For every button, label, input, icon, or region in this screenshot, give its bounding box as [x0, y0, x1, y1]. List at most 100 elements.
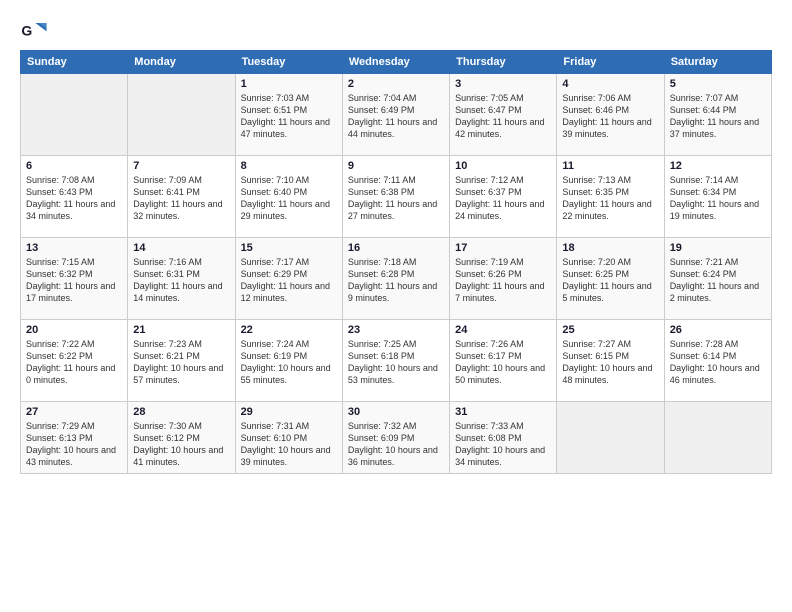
calendar-cell: 13 Sunrise: 7:15 AM Sunset: 6:32 PM Dayli… [21, 238, 128, 320]
day-info: Sunrise: 7:13 AM Sunset: 6:35 PM Dayligh… [562, 174, 658, 223]
calendar-cell [128, 74, 235, 156]
header-day-sunday: Sunday [21, 51, 128, 74]
day-number: 18 [562, 242, 658, 254]
day-number: 6 [26, 160, 122, 172]
calendar-cell: 6 Sunrise: 7:08 AM Sunset: 6:43 PM Daylig… [21, 156, 128, 238]
day-info: Sunrise: 7:30 AM Sunset: 6:12 PM Dayligh… [133, 420, 229, 469]
calendar-cell [21, 74, 128, 156]
day-info: Sunrise: 7:31 AM Sunset: 6:10 PM Dayligh… [241, 420, 337, 469]
calendar-cell: 27 Sunrise: 7:29 AM Sunset: 6:13 PM Dayli… [21, 402, 128, 474]
day-number: 10 [455, 160, 551, 172]
day-number: 11 [562, 160, 658, 172]
calendar-cell: 22 Sunrise: 7:24 AM Sunset: 6:19 PM Dayli… [235, 320, 342, 402]
day-number: 27 [26, 406, 122, 418]
day-info: Sunrise: 7:07 AM Sunset: 6:44 PM Dayligh… [670, 92, 766, 141]
day-number: 30 [348, 406, 444, 418]
logo-icon: G [20, 16, 48, 44]
day-number: 20 [26, 324, 122, 336]
calendar-cell [664, 402, 771, 474]
header: G [20, 16, 772, 44]
day-info: Sunrise: 7:04 AM Sunset: 6:49 PM Dayligh… [348, 92, 444, 141]
day-number: 14 [133, 242, 229, 254]
calendar-cell: 12 Sunrise: 7:14 AM Sunset: 6:34 PM Dayli… [664, 156, 771, 238]
calendar-cell: 9 Sunrise: 7:11 AM Sunset: 6:38 PM Daylig… [342, 156, 449, 238]
page: G SundayMondayTuesdayWednesdayThursdayFr… [0, 0, 792, 612]
calendar-cell: 29 Sunrise: 7:31 AM Sunset: 6:10 PM Dayli… [235, 402, 342, 474]
day-info: Sunrise: 7:26 AM Sunset: 6:17 PM Dayligh… [455, 338, 551, 387]
day-info: Sunrise: 7:22 AM Sunset: 6:22 PM Dayligh… [26, 338, 122, 387]
day-number: 31 [455, 406, 551, 418]
day-info: Sunrise: 7:17 AM Sunset: 6:29 PM Dayligh… [241, 256, 337, 305]
header-day-thursday: Thursday [450, 51, 557, 74]
day-info: Sunrise: 7:12 AM Sunset: 6:37 PM Dayligh… [455, 174, 551, 223]
calendar-cell: 23Sunrise: 7:25 AM Sunset: 6:18 PM Dayli… [342, 320, 449, 402]
day-info: Sunrise: 7:14 AM Sunset: 6:34 PM Dayligh… [670, 174, 766, 223]
day-info: Sunrise: 7:10 AM Sunset: 6:40 PM Dayligh… [241, 174, 337, 223]
calendar-table: SundayMondayTuesdayWednesdayThursdayFrid… [20, 50, 772, 474]
day-number: 13 [26, 242, 122, 254]
calendar-cell: 14 Sunrise: 7:16 AM Sunset: 6:31 PM Dayli… [128, 238, 235, 320]
day-info: Sunrise: 7:29 AM Sunset: 6:13 PM Dayligh… [26, 420, 122, 469]
day-info: Sunrise: 7:24 AM Sunset: 6:19 PM Dayligh… [241, 338, 337, 387]
day-number: 21 [133, 324, 229, 336]
header-day-friday: Friday [557, 51, 664, 74]
calendar-cell [557, 402, 664, 474]
day-info: Sunrise: 7:16 AM Sunset: 6:31 PM Dayligh… [133, 256, 229, 305]
calendar-cell: 18 Sunrise: 7:20 AM Sunset: 6:25 PM Dayli… [557, 238, 664, 320]
day-number: 29 [241, 406, 337, 418]
calendar-cell: 10 Sunrise: 7:12 AM Sunset: 6:37 PM Dayli… [450, 156, 557, 238]
calendar-cell: 4 Sunrise: 7:06 AM Sunset: 6:46 PM Daylig… [557, 74, 664, 156]
calendar-cell: 19Sunrise: 7:21 AM Sunset: 6:24 PM Dayli… [664, 238, 771, 320]
logo: G [20, 16, 52, 44]
day-info: Sunrise: 7:19 AM Sunset: 6:26 PM Dayligh… [455, 256, 551, 305]
calendar-cell: 3 Sunrise: 7:05 AM Sunset: 6:47 PM Daylig… [450, 74, 557, 156]
day-number: 3 [455, 78, 551, 90]
header-day-wednesday: Wednesday [342, 51, 449, 74]
calendar-cell: 31 Sunrise: 7:33 AM Sunset: 6:08 PM Dayli… [450, 402, 557, 474]
day-info: Sunrise: 7:32 AM Sunset: 6:09 PM Dayligh… [348, 420, 444, 469]
day-info: Sunrise: 7:33 AM Sunset: 6:08 PM Dayligh… [455, 420, 551, 469]
day-number: 25 [562, 324, 658, 336]
day-info: Sunrise: 7:28 AM Sunset: 6:14 PM Dayligh… [670, 338, 766, 387]
day-info: Sunrise: 7:08 AM Sunset: 6:43 PM Dayligh… [26, 174, 122, 223]
calendar-cell: 26 Sunrise: 7:28 AM Sunset: 6:14 PM Dayli… [664, 320, 771, 402]
day-info: Sunrise: 7:09 AM Sunset: 6:41 PM Dayligh… [133, 174, 229, 223]
calendar-cell: 30 Sunrise: 7:32 AM Sunset: 6:09 PM Dayli… [342, 402, 449, 474]
calendar-cell: 1Sunrise: 7:03 AM Sunset: 6:51 PM Daylig… [235, 74, 342, 156]
day-number: 23 [348, 324, 444, 336]
day-info: Sunrise: 7:15 AM Sunset: 6:32 PM Dayligh… [26, 256, 122, 305]
day-info: Sunrise: 7:05 AM Sunset: 6:47 PM Dayligh… [455, 92, 551, 141]
calendar-cell: 17 Sunrise: 7:19 AM Sunset: 6:26 PM Dayli… [450, 238, 557, 320]
day-info: Sunrise: 7:20 AM Sunset: 6:25 PM Dayligh… [562, 256, 658, 305]
header-day-saturday: Saturday [664, 51, 771, 74]
day-info: Sunrise: 7:11 AM Sunset: 6:38 PM Dayligh… [348, 174, 444, 223]
calendar-cell: 24 Sunrise: 7:26 AM Sunset: 6:17 PM Dayli… [450, 320, 557, 402]
day-number: 9 [348, 160, 444, 172]
day-number: 12 [670, 160, 766, 172]
day-number: 7 [133, 160, 229, 172]
day-info: Sunrise: 7:23 AM Sunset: 6:21 PM Dayligh… [133, 338, 229, 387]
svg-text:G: G [21, 23, 32, 39]
day-info: Sunrise: 7:21 AM Sunset: 6:24 PM Dayligh… [670, 256, 766, 305]
day-number: 5 [670, 78, 766, 90]
calendar-cell: 8 Sunrise: 7:10 AM Sunset: 6:40 PM Daylig… [235, 156, 342, 238]
day-number: 16 [348, 242, 444, 254]
day-number: 26 [670, 324, 766, 336]
day-number: 24 [455, 324, 551, 336]
calendar-cell: 16Sunrise: 7:18 AM Sunset: 6:28 PM Dayli… [342, 238, 449, 320]
header-day-tuesday: Tuesday [235, 51, 342, 74]
day-number: 22 [241, 324, 337, 336]
calendar-cell: 15Sunrise: 7:17 AM Sunset: 6:29 PM Dayli… [235, 238, 342, 320]
calendar-cell: 25Sunrise: 7:27 AM Sunset: 6:15 PM Dayli… [557, 320, 664, 402]
calendar-cell: 11 Sunrise: 7:13 AM Sunset: 6:35 PM Dayli… [557, 156, 664, 238]
day-info: Sunrise: 7:03 AM Sunset: 6:51 PM Dayligh… [241, 92, 337, 141]
day-info: Sunrise: 7:06 AM Sunset: 6:46 PM Dayligh… [562, 92, 658, 141]
header-day-monday: Monday [128, 51, 235, 74]
calendar-cell: 2Sunrise: 7:04 AM Sunset: 6:49 PM Daylig… [342, 74, 449, 156]
day-number: 17 [455, 242, 551, 254]
calendar-cell: 28Sunrise: 7:30 AM Sunset: 6:12 PM Dayli… [128, 402, 235, 474]
day-number: 8 [241, 160, 337, 172]
calendar-cell: 21 Sunrise: 7:23 AM Sunset: 6:21 PM Dayli… [128, 320, 235, 402]
day-number: 4 [562, 78, 658, 90]
header-row: SundayMondayTuesdayWednesdayThursdayFrid… [21, 51, 772, 74]
